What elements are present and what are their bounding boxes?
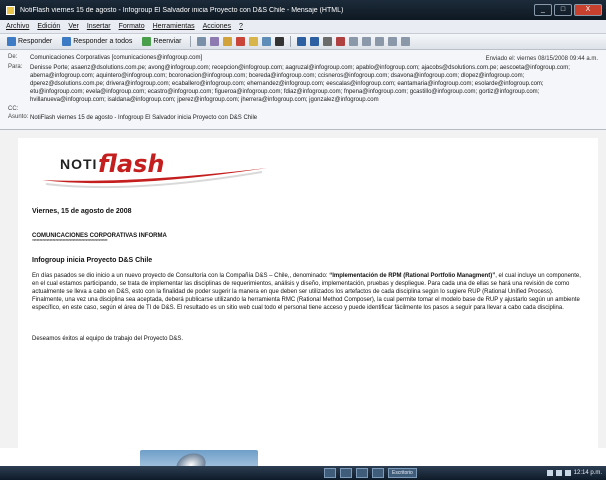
windows-taskbar: Escritorio 12:14 p.m. bbox=[0, 466, 606, 480]
reply-button[interactable]: Responder bbox=[4, 36, 55, 47]
delete-icon[interactable] bbox=[275, 37, 285, 46]
clock[interactable]: 12:14 p.m. bbox=[574, 470, 602, 476]
logo-prefix: NOTI bbox=[60, 156, 98, 172]
menu-archivo[interactable]: Archivo bbox=[6, 23, 29, 30]
menu-edicion[interactable]: Edición bbox=[37, 23, 60, 30]
move-icon[interactable] bbox=[210, 37, 220, 46]
forward-label: Reenviar bbox=[153, 38, 182, 45]
volume-icon[interactable] bbox=[555, 470, 562, 476]
task-button-4[interactable] bbox=[372, 468, 384, 478]
rules-icon[interactable] bbox=[223, 37, 233, 46]
message-page: NOTI flash Viernes, 15 de agosto de 2008… bbox=[18, 138, 598, 448]
print-icon[interactable] bbox=[197, 37, 207, 46]
menu-herramientas[interactable]: Herramientas bbox=[153, 23, 195, 30]
closing-line: Deseamos éxitos al equipo de trabajo del… bbox=[32, 336, 184, 342]
reply-label: Responder bbox=[18, 38, 53, 45]
network-icon[interactable] bbox=[546, 470, 553, 476]
system-tray: 12:14 p.m. bbox=[546, 470, 606, 476]
previous-icon[interactable] bbox=[297, 37, 307, 46]
menu-bar: Archivo Edición Ver Insertar Formato Her… bbox=[0, 20, 606, 34]
security-icon[interactable] bbox=[564, 470, 571, 476]
flag-icon[interactable] bbox=[236, 37, 246, 46]
sent-value: viernes 08/15/2008 09:44 a.m. bbox=[516, 56, 598, 62]
align-left-icon[interactable] bbox=[362, 37, 372, 46]
headline: Infogroup inicia Proyecto D&S Chile bbox=[32, 257, 153, 264]
task-button-3[interactable] bbox=[356, 468, 368, 478]
to-value[interactable]: Denisse Porte; asaenz@dsolutions.com.pe;… bbox=[30, 64, 598, 104]
paragraph-part-a: En días pasados se dio inicio a un nuevo… bbox=[32, 273, 330, 279]
task-button-1[interactable] bbox=[324, 468, 336, 478]
align-right-icon[interactable] bbox=[388, 37, 398, 46]
taskbar-area: Escritorio 12:14 p.m. bbox=[0, 448, 606, 480]
maximize-button[interactable]: □ bbox=[554, 4, 572, 16]
reply-all-button[interactable]: Responder a todos bbox=[59, 36, 135, 47]
forward-button[interactable]: Reenviar bbox=[139, 36, 184, 47]
cc-label: CC: bbox=[8, 106, 19, 112]
window-titlebar[interactable]: NotiFlash viernes 15 de agosto - Infogro… bbox=[0, 0, 606, 20]
address-book-icon[interactable] bbox=[262, 37, 272, 46]
window-title: NotiFlash viernes 15 de agosto - Infogro… bbox=[20, 6, 344, 14]
message-header: De: Comunicaciones Corporativas [comunic… bbox=[0, 50, 606, 130]
menu-formato[interactable]: Formato bbox=[119, 23, 145, 30]
from-label: De: bbox=[8, 54, 18, 60]
forward-icon bbox=[142, 37, 152, 46]
minimize-button[interactable]: _ bbox=[534, 4, 552, 16]
reply-all-icon bbox=[62, 37, 72, 46]
bullets-icon[interactable] bbox=[349, 37, 359, 46]
message-date: Viernes, 15 de agosto de 2008 bbox=[32, 208, 132, 215]
project-name: “Implementación de RPM (Rational Portfol… bbox=[329, 273, 496, 279]
format-icon[interactable] bbox=[401, 37, 411, 46]
body-paragraph: En días pasados se dio inicio a un nuevo… bbox=[32, 272, 584, 312]
menu-help[interactable]: ? bbox=[239, 23, 243, 30]
subject-label: Asunto: bbox=[8, 114, 29, 120]
reply-icon bbox=[7, 37, 16, 46]
task-button-2[interactable] bbox=[340, 468, 352, 478]
align-center-icon[interactable] bbox=[375, 37, 385, 46]
next-icon[interactable] bbox=[310, 37, 320, 46]
font-size-icon[interactable] bbox=[323, 37, 333, 46]
menu-ver[interactable]: Ver bbox=[68, 23, 79, 30]
to-label: Para: bbox=[8, 64, 23, 70]
logo-suffix: flash bbox=[98, 150, 165, 178]
sent-label: Enviado el: bbox=[485, 56, 516, 62]
categorize-icon[interactable] bbox=[249, 37, 259, 46]
reply-all-label: Responder a todos bbox=[73, 38, 133, 45]
menu-acciones[interactable]: Acciones bbox=[203, 23, 231, 30]
notiflash-logo: NOTI flash bbox=[32, 150, 272, 194]
menu-insertar[interactable]: Insertar bbox=[87, 23, 111, 30]
separator-stars: ****************************************… bbox=[32, 239, 108, 245]
subject-value: NotiFlash viernes 15 de agosto - Infogro… bbox=[30, 115, 258, 121]
toolbar: Responder Responder a todos Reenviar bbox=[0, 34, 606, 50]
outlook-icon bbox=[6, 5, 15, 15]
close-button[interactable]: X bbox=[574, 4, 602, 16]
desktop-button[interactable]: Escritorio bbox=[388, 468, 417, 478]
font-color-icon[interactable] bbox=[336, 37, 346, 46]
message-body-area[interactable]: NOTI flash Viernes, 15 de agosto de 2008… bbox=[0, 130, 606, 448]
cc-value[interactable] bbox=[30, 106, 598, 112]
